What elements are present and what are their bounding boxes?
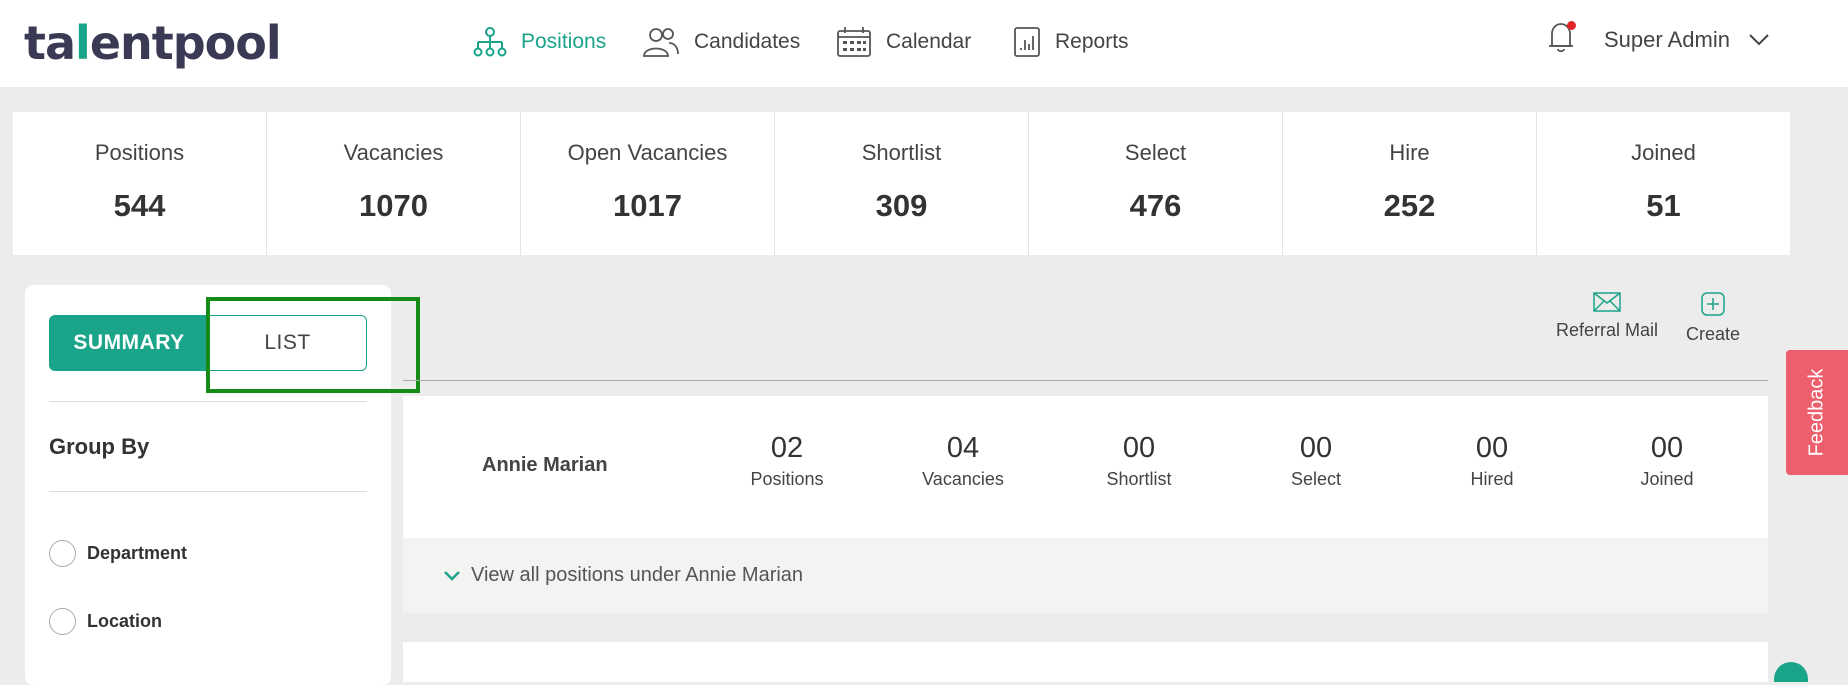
feedback-label: Feedback [1805, 368, 1828, 457]
stat-value: 252 [1383, 188, 1436, 223]
metric-value: 04 [946, 432, 980, 464]
nav-item-reports[interactable]: Reports [1013, 22, 1129, 62]
group-by-heading: Group By [49, 434, 150, 459]
summary-card: Annie Marian 02 Positions 04 Vacancies 0… [403, 396, 1768, 538]
metric-label: Select [1290, 469, 1342, 489]
metric-value: 00 [1475, 432, 1509, 464]
metric-select: 00 Select [1246, 432, 1386, 490]
view-all-positions-link[interactable]: View all positions under Annie Marian [403, 538, 1768, 613]
nav-label-reports: Reports [1055, 30, 1129, 53]
summary-button[interactable]: SUMMARY [49, 315, 209, 371]
group-by-department-option[interactable]: Department [49, 540, 187, 567]
next-summary-card [403, 642, 1768, 682]
stat-select: Select 476 [1029, 112, 1283, 255]
divider [49, 491, 367, 492]
nav-item-candidates[interactable]: Candidates [642, 22, 800, 62]
report-icon [1014, 27, 1040, 57]
metric-shortlist: 00 Shortlist [1069, 432, 1209, 490]
stat-label: Hire [1389, 140, 1430, 165]
nav-label-positions: Positions [521, 30, 607, 53]
nav-item-positions[interactable]: Positions [473, 22, 606, 62]
stat-value: 51 [1646, 188, 1681, 223]
calendar-icon [837, 27, 871, 57]
metric-value: 00 [1650, 432, 1684, 464]
stat-label: Shortlist [861, 140, 942, 165]
stat-label: Positions [94, 140, 185, 165]
plus-icon [1701, 292, 1725, 316]
create-button[interactable]: Create [1686, 292, 1740, 345]
group-by-location-option[interactable]: Location [49, 608, 162, 635]
logo-text-suffix: entpool [89, 16, 282, 70]
stat-vacancies: Vacancies 1070 [267, 112, 521, 255]
metric-vacancies: 04 Vacancies [893, 432, 1033, 490]
stat-value: 1017 [613, 188, 682, 223]
talentpool-logo[interactable]: talentpool [24, 16, 282, 70]
metric-value: 02 [770, 432, 804, 464]
metric-hired: 00 Hired [1422, 432, 1562, 490]
chat-widget-button[interactable] [1774, 662, 1808, 682]
nav-label-candidates: Candidates [694, 30, 801, 53]
metric-positions: 02 Positions [717, 432, 857, 490]
feedback-tab[interactable]: Feedback [1786, 350, 1848, 475]
stat-value: 544 [113, 188, 166, 223]
highlight-box [206, 297, 420, 393]
view-all-label: View all positions under Annie Marian [471, 564, 804, 586]
metric-label: Hired [1470, 469, 1514, 489]
user-name: Super Admin [1604, 27, 1730, 52]
stat-joined: Joined 51 [1537, 112, 1790, 255]
metric-label: Shortlist [1106, 469, 1172, 489]
logo-text-prefix: ta [24, 16, 76, 70]
chevron-down-icon [444, 570, 460, 581]
metric-value: 00 [1299, 432, 1333, 464]
stat-value: 309 [875, 188, 928, 223]
recruiter-name: Annie Marian [482, 454, 608, 476]
notification-dot [1567, 21, 1576, 30]
stat-label: Open Vacancies [567, 140, 728, 165]
metric-joined: 00 Joined [1597, 432, 1737, 490]
logo-text-accent: l [75, 16, 91, 70]
referral-mail-label: Referral Mail [1556, 320, 1659, 340]
stats-strip: Positions 544 Vacancies 1070 Open Vacanc… [13, 112, 1790, 255]
chevron-down-icon [1749, 34, 1769, 46]
stat-open-vacancies: Open Vacancies 1017 [521, 112, 775, 255]
stat-label: Vacancies [343, 140, 444, 165]
nav-label-calendar: Calendar [886, 30, 972, 53]
stat-shortlist: Shortlist 309 [775, 112, 1029, 255]
top-navigation-bar: talentpool Positions Candidates Calendar… [0, 0, 1848, 87]
stat-value: 476 [1129, 188, 1182, 223]
nav-item-calendar[interactable]: Calendar [836, 22, 971, 62]
radio-button[interactable] [49, 540, 76, 567]
stat-positions: Positions 544 [13, 112, 267, 255]
option-label: Department [87, 543, 188, 563]
metric-label: Positions [750, 469, 824, 489]
radio-button[interactable] [49, 608, 76, 635]
people-icon [643, 28, 679, 57]
referral-mail-button[interactable]: Referral Mail [1556, 292, 1658, 341]
option-label: Location [87, 611, 162, 631]
stat-hire: Hire 252 [1283, 112, 1537, 255]
metric-value: 00 [1122, 432, 1156, 464]
section-divider [403, 380, 1768, 381]
metric-label: Vacancies [922, 469, 1004, 489]
stat-label: Joined [1631, 140, 1696, 165]
metric-label: Joined [1640, 469, 1694, 489]
user-menu[interactable]: Super Admin [1604, 22, 1770, 58]
mail-icon [1593, 292, 1621, 312]
divider [49, 401, 367, 402]
stat-value: 1070 [359, 188, 428, 223]
create-label: Create [1686, 324, 1741, 344]
stat-label: Select [1124, 140, 1187, 165]
org-chart-icon [473, 27, 507, 57]
